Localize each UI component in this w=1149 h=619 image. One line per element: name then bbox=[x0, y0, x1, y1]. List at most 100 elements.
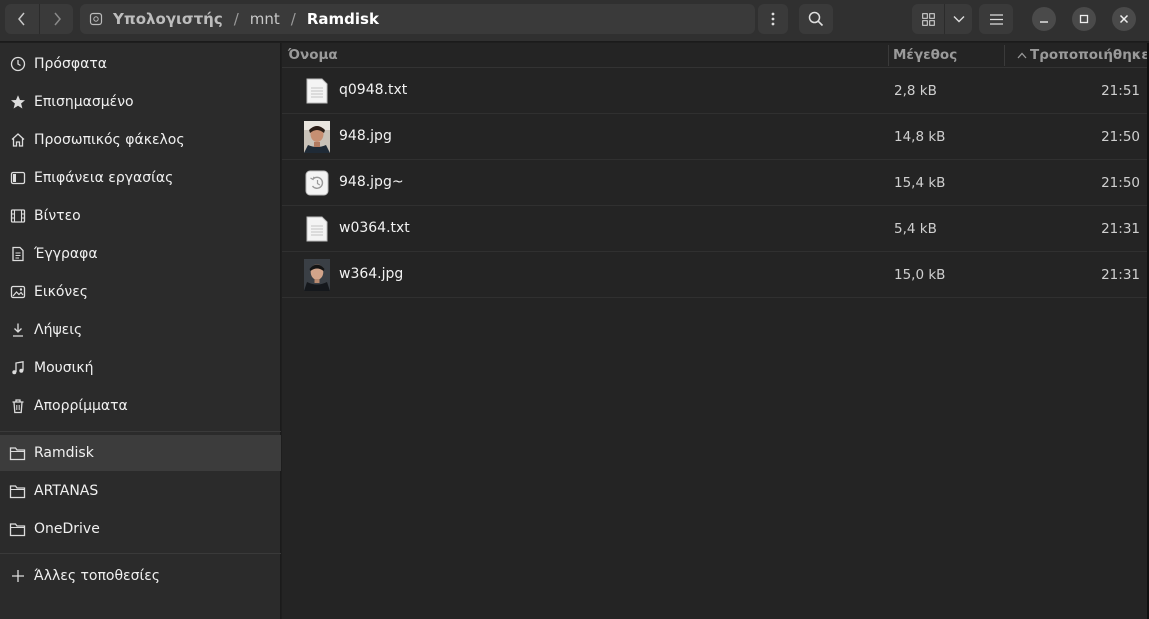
view-switcher bbox=[912, 4, 972, 34]
file-modified: 21:50 bbox=[1101, 129, 1140, 145]
drive-icon bbox=[88, 11, 104, 27]
folder-icon bbox=[9, 445, 26, 462]
sidebar-item-home[interactable]: Προσωπικός φάκελος bbox=[0, 122, 281, 158]
sidebar-item-label: ARTANAS bbox=[34, 483, 99, 499]
sidebar-item-onedrive[interactable]: OneDrive bbox=[0, 511, 281, 547]
folder-icon bbox=[9, 483, 26, 500]
sidebar-item-label: Άλλες τοποθεσίες bbox=[34, 568, 161, 584]
search-icon bbox=[808, 11, 824, 27]
sidebar-item-label: Επιφάνεια εργασίας bbox=[34, 170, 174, 186]
music-icon bbox=[9, 360, 26, 377]
file-modified: 21:31 bbox=[1101, 267, 1140, 283]
vertical-dots-icon bbox=[771, 12, 775, 26]
sidebar-item-label: Απορρίμματα bbox=[34, 398, 128, 414]
close-button[interactable] bbox=[1112, 7, 1136, 31]
sidebar-item-trash[interactable]: Απορρίμματα bbox=[0, 388, 281, 424]
clock-icon bbox=[9, 56, 26, 73]
chevron-down-icon bbox=[953, 16, 964, 23]
breadcrumb-mnt[interactable]: mnt bbox=[250, 10, 280, 28]
home-icon bbox=[9, 132, 26, 149]
file-name: 948.jpg bbox=[339, 128, 392, 144]
sidebar-item-artanas[interactable]: ARTANAS bbox=[0, 473, 281, 509]
sidebar-item-label: Εικόνες bbox=[34, 284, 89, 300]
sidebar-divider bbox=[0, 431, 281, 432]
breadcrumb-computer[interactable]: Υπολογιστής bbox=[113, 10, 223, 28]
film-icon bbox=[9, 208, 26, 225]
column-header-modified[interactable]: Τροποποιήθηκε bbox=[1017, 47, 1149, 63]
back-button[interactable] bbox=[5, 4, 39, 34]
sidebar-item-other-locations[interactable]: Άλλες τοποθεσίες bbox=[0, 558, 281, 594]
sidebar-item-pictures[interactable]: Εικόνες bbox=[0, 274, 281, 310]
column-divider[interactable] bbox=[1004, 45, 1005, 66]
view-options-dropdown[interactable] bbox=[944, 4, 972, 34]
breadcrumb-ramdisk[interactable]: Ramdisk bbox=[307, 10, 379, 28]
sidebar-item-videos[interactable]: Βίντεο bbox=[0, 198, 281, 234]
grid-icon bbox=[921, 12, 935, 26]
sidebar-item-label: Έγγραφα bbox=[34, 246, 98, 262]
sidebar-item-label: Βίντεο bbox=[34, 208, 81, 224]
file-size: 2,8 kB bbox=[894, 83, 937, 99]
file-row[interactable]: w364.jpg 15,0 kB 21:31 bbox=[282, 252, 1149, 298]
download-icon bbox=[9, 322, 26, 339]
navigation-buttons bbox=[5, 4, 73, 34]
file-row[interactable]: 948.jpg 14,8 kB 21:50 bbox=[282, 114, 1149, 160]
folder-menu-button[interactable] bbox=[758, 4, 788, 34]
sidebar-item-label: Μουσική bbox=[34, 360, 94, 376]
sidebar-item-label: Επισημασμένο bbox=[34, 94, 134, 110]
file-name: w364.jpg bbox=[339, 266, 404, 282]
grid-view-button[interactable] bbox=[912, 4, 944, 34]
file-row[interactable]: 948.jpg~ 15,4 kB 21:50 bbox=[282, 160, 1149, 206]
backup-file-icon bbox=[304, 170, 330, 196]
location-bar[interactable]: Υπολογιστής / mnt / Ramdisk bbox=[80, 4, 755, 34]
maximize-button[interactable] bbox=[1072, 7, 1096, 31]
sidebar-item-label: Προσωπικός φάκελος bbox=[34, 132, 185, 148]
forward-button[interactable] bbox=[39, 4, 73, 34]
sidebar-item-ramdisk[interactable]: Ramdisk bbox=[0, 435, 281, 471]
column-divider[interactable] bbox=[888, 45, 889, 66]
sidebar: Πρόσφατα Επισημασμένο Προσωπικός φάκελος… bbox=[0, 43, 281, 619]
sidebar-item-label: Πρόσφατα bbox=[34, 56, 107, 72]
column-header-size[interactable]: Μέγεθος bbox=[893, 47, 957, 63]
file-size: 15,0 kB bbox=[894, 267, 946, 283]
file-size: 5,4 kB bbox=[894, 221, 937, 237]
file-row[interactable]: q0948.txt 2,8 kB 21:51 bbox=[282, 68, 1149, 114]
file-modified: 21:50 bbox=[1101, 175, 1140, 191]
image-thumbnail-icon bbox=[304, 121, 330, 153]
chevron-right-icon bbox=[53, 12, 61, 26]
text-file-icon bbox=[304, 216, 330, 242]
minimize-icon bbox=[1040, 21, 1048, 23]
column-header-name[interactable]: Όνομα bbox=[288, 47, 338, 63]
sidebar-item-documents[interactable]: Έγγραφα bbox=[0, 236, 281, 272]
sidebar-item-desktop[interactable]: Επιφάνεια εργασίας bbox=[0, 160, 281, 196]
file-size: 15,4 kB bbox=[894, 175, 946, 191]
desktop-icon bbox=[9, 170, 26, 187]
sidebar-item-label: OneDrive bbox=[34, 521, 100, 537]
maximize-icon bbox=[1079, 14, 1089, 24]
plus-icon bbox=[9, 568, 26, 585]
chevron-left-icon bbox=[18, 12, 25, 26]
sidebar-item-label: Λήψεις bbox=[34, 322, 83, 338]
hamburger-icon bbox=[989, 13, 1003, 25]
sidebar-item-starred[interactable]: Επισημασμένο bbox=[0, 84, 281, 120]
search-button[interactable] bbox=[799, 4, 833, 34]
text-file-icon bbox=[304, 78, 330, 104]
column-header-row: Όνομα Μέγεθος Τροποποιήθηκε bbox=[282, 43, 1149, 68]
file-name: q0948.txt bbox=[339, 82, 408, 98]
file-row[interactable]: w0364.txt 5,4 kB 21:31 bbox=[282, 206, 1149, 252]
close-icon bbox=[1119, 14, 1129, 24]
picture-icon bbox=[9, 284, 26, 301]
column-header-modified-label: Τροποποιήθηκε bbox=[1030, 47, 1149, 63]
main-menu-button[interactable] bbox=[979, 4, 1013, 34]
sidebar-item-recent[interactable]: Πρόσφατα bbox=[0, 46, 281, 82]
file-modified: 21:31 bbox=[1101, 221, 1140, 237]
sort-ascending-icon bbox=[1017, 52, 1027, 58]
file-name: w0364.txt bbox=[339, 220, 410, 236]
star-icon bbox=[9, 94, 26, 111]
file-size: 14,8 kB bbox=[894, 129, 946, 145]
sidebar-item-downloads[interactable]: Λήψεις bbox=[0, 312, 281, 348]
minimize-button[interactable] bbox=[1032, 7, 1056, 31]
sidebar-item-music[interactable]: Μουσική bbox=[0, 350, 281, 386]
trash-icon bbox=[9, 398, 26, 415]
breadcrumb-separator: / bbox=[290, 10, 296, 28]
sidebar-item-label: Ramdisk bbox=[34, 445, 94, 461]
